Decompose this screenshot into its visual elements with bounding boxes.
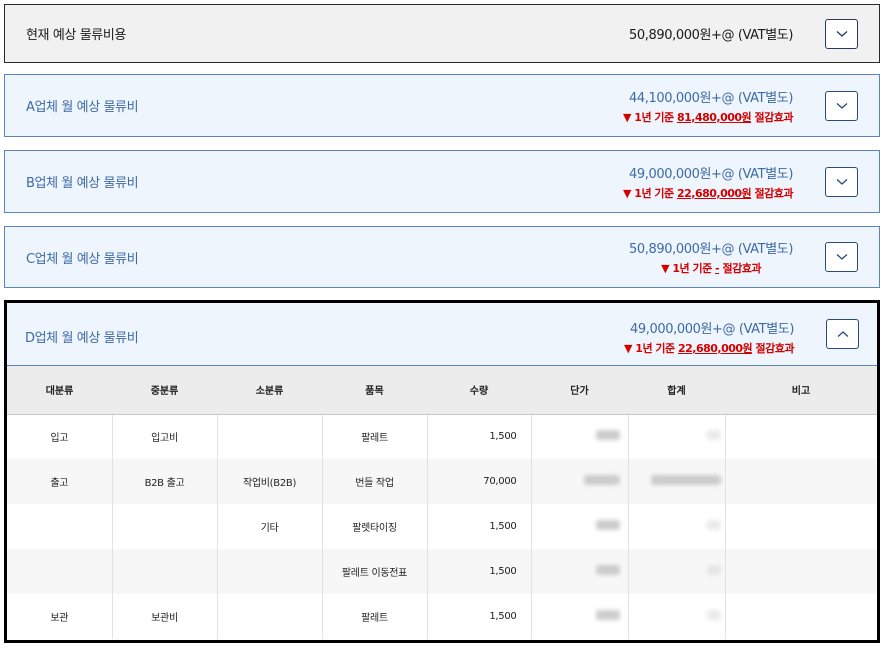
table-header-row: 대분류 중분류 소분류 품목 수량 단가 합계 비고 <box>7 366 877 415</box>
vendor-a-saving: ▼ 1년 기준 81,480,000원 절감효과 <box>623 110 793 124</box>
cell-qty: 70,000 <box>427 459 532 504</box>
cell-item: 팔레트 이동전표 <box>322 549 428 594</box>
current-cost-title: 현재 예상 물류비용 <box>26 28 126 43</box>
header-note: 비고 <box>725 366 877 415</box>
vendor-c-saving: ▼ 1년 기준 - 절감효과 <box>661 262 761 275</box>
cell-cat2: 보관비 <box>112 594 218 639</box>
cell-qty: 1,500 <box>427 549 532 594</box>
cell-cat2 <box>112 504 218 549</box>
cell-qty: 1,500 <box>427 414 532 459</box>
current-cost-panel: 현재 예상 물류비용 50,890,000원+@ (VAT별도) <box>4 4 880 63</box>
cell-cat1 <box>7 549 113 594</box>
cell-cat1: 보관 <box>7 594 113 639</box>
vendor-c-toggle-button[interactable] <box>825 242 858 272</box>
cell-unit-price-redacted <box>531 459 629 504</box>
vendor-a-panel[interactable]: A업체 월 예상 물류비 44,100,000원+@ (VAT별도) ▼ 1년 … <box>4 74 880 137</box>
cell-qty: 1,500 <box>427 504 532 549</box>
vendor-b-toggle-button[interactable] <box>825 166 858 197</box>
cell-cat3: 기타 <box>217 504 323 549</box>
cell-note <box>725 414 877 459</box>
cell-item: 팔레트 <box>322 594 428 639</box>
cell-item: 팔렛타이징 <box>322 504 428 549</box>
cell-total-redacted <box>628 414 726 459</box>
cell-note <box>725 504 877 549</box>
chevron-down-icon <box>836 30 847 37</box>
table-row: 출고 B2B 출고 작업비(B2B) 번들 작업 70,000 <box>7 459 877 504</box>
current-cost-amount: 50,890,000원+@ (VAT별도) <box>629 28 793 43</box>
header-qty: 수량 <box>427 366 531 415</box>
cell-total-redacted <box>628 549 726 594</box>
cell-note <box>725 594 877 639</box>
cell-unit-price-redacted <box>531 414 629 459</box>
vendor-d-amount: 49,000,000원+@ (VAT별도) <box>630 322 794 337</box>
cell-cat2: B2B 출고 <box>112 459 218 504</box>
header-cat2: 중분류 <box>112 366 217 415</box>
cell-unit-price-redacted <box>531 549 629 594</box>
chevron-down-icon <box>836 254 847 260</box>
cell-total-redacted <box>628 459 726 504</box>
cell-note <box>725 549 877 594</box>
cell-total-redacted <box>628 594 726 639</box>
cell-unit-price-redacted <box>531 594 629 639</box>
vendor-d-saving: ▼ 1년 기준 22,680,000원 절감효과 <box>624 342 794 355</box>
vendor-a-title: A업체 월 예상 물류비 <box>26 100 139 115</box>
current-cost-toggle-button[interactable] <box>825 18 858 49</box>
vendor-a-amount: 44,100,000원+@ (VAT별도) <box>629 90 793 106</box>
cell-item: 번들 작업 <box>322 459 428 504</box>
vendor-b-panel[interactable]: B업체 월 예상 물류비 49,000,000원+@ (VAT별도) ▼ 1년 … <box>4 150 880 213</box>
cell-cat3 <box>217 549 323 594</box>
cell-cat2 <box>112 549 218 594</box>
cell-qty: 1,500 <box>427 594 532 639</box>
chevron-down-icon <box>836 178 847 185</box>
cell-cat3 <box>217 594 323 639</box>
cell-cat1: 출고 <box>7 459 113 504</box>
vendor-c-title: C업체 월 예상 물류비 <box>26 251 139 267</box>
vendor-d-title: D업체 월 예상 물류비 <box>25 331 139 346</box>
vendor-d-header[interactable]: D업체 월 예상 물류비 49,000,000원+@ (VAT별도) ▼ 1년 … <box>7 303 877 366</box>
table-row: 팔레트 이동전표 1,500 <box>7 549 877 594</box>
header-item: 품목 <box>322 366 427 415</box>
header-cat3: 소분류 <box>217 366 322 415</box>
table-row: 입고 입고비 팔레트 1,500 <box>7 414 877 459</box>
vendor-d-toggle-button[interactable] <box>826 319 859 349</box>
cell-note <box>725 459 877 504</box>
cell-cat1 <box>7 504 113 549</box>
cell-cat3: 작업비(B2B) <box>217 459 323 504</box>
cell-cat3 <box>217 414 323 459</box>
chevron-down-icon <box>836 102 847 109</box>
header-total: 합계 <box>628 366 725 415</box>
chevron-up-icon <box>837 331 848 337</box>
vendor-b-title: B업체 월 예상 물류비 <box>26 176 139 191</box>
vendor-b-amount: 49,000,000원+@ (VAT별도) <box>629 166 793 182</box>
vendor-c-amount: 50,890,000원+@ (VAT별도) <box>629 242 793 257</box>
cost-detail-table: 대분류 중분류 소분류 품목 수량 단가 합계 비고 입고 입고비 팔레트 1,… <box>7 366 877 639</box>
vendor-c-panel[interactable]: C업체 월 예상 물류비 50,890,000원+@ (VAT별도) ▼ 1년 … <box>4 226 880 288</box>
table-row: 보관 보관비 팔레트 1,500 <box>7 594 877 639</box>
table-row: 기타 팔렛타이징 1,500 <box>7 504 877 549</box>
cell-item: 팔레트 <box>322 414 428 459</box>
vendor-d-expanded-panel: D업체 월 예상 물류비 49,000,000원+@ (VAT별도) ▼ 1년 … <box>4 300 880 643</box>
vendor-b-saving: ▼ 1년 기준 22,680,000원 절감효과 <box>623 186 793 200</box>
header-cat1: 대분류 <box>7 366 112 415</box>
header-unit-price: 단가 <box>531 366 628 415</box>
cell-cat2: 입고비 <box>112 414 218 459</box>
cell-total-redacted <box>628 504 726 549</box>
vendor-a-toggle-button[interactable] <box>825 90 858 121</box>
cell-cat1: 입고 <box>7 414 113 459</box>
cell-unit-price-redacted <box>531 504 629 549</box>
